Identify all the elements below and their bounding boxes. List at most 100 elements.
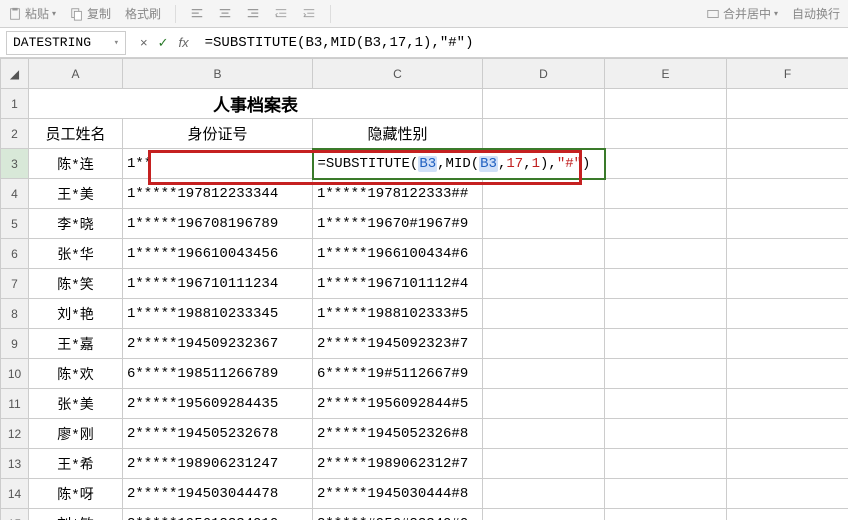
cell[interactable] bbox=[605, 389, 727, 419]
indent-decrease-button[interactable] bbox=[274, 7, 288, 21]
cell[interactable] bbox=[483, 209, 605, 239]
cell[interactable] bbox=[605, 209, 727, 239]
formula-input[interactable]: =SUBSTITUTE(B3,MID(B3,17,1),"#") bbox=[197, 35, 848, 51]
cell[interactable]: 陈*笑 bbox=[29, 269, 123, 299]
select-all-corner[interactable]: ◢ bbox=[1, 59, 29, 89]
cell[interactable] bbox=[605, 179, 727, 209]
cell[interactable] bbox=[727, 389, 848, 419]
cell[interactable] bbox=[727, 299, 848, 329]
cell[interactable]: 李*晓 bbox=[29, 209, 123, 239]
cell[interactable] bbox=[727, 509, 848, 520]
cell[interactable] bbox=[605, 449, 727, 479]
cell[interactable] bbox=[727, 419, 848, 449]
cell[interactable] bbox=[483, 239, 605, 269]
row-header[interactable]: 12 bbox=[1, 419, 29, 449]
cell[interactable]: 1*****198810233345 bbox=[123, 299, 313, 329]
cell[interactable] bbox=[483, 119, 605, 149]
cell[interactable]: 2*****194505232678 bbox=[123, 419, 313, 449]
column-header[interactable]: F bbox=[727, 59, 848, 89]
cell[interactable]: 2*****1945052326#8 bbox=[313, 419, 483, 449]
cell[interactable] bbox=[605, 479, 727, 509]
copy-button[interactable]: 复制 bbox=[70, 5, 111, 22]
row-header[interactable]: 11 bbox=[1, 389, 29, 419]
cell[interactable]: 2*****1945030444#8 bbox=[313, 479, 483, 509]
spreadsheet-grid[interactable]: ◢ A B C D E F 1 人事档案表 2 员工姓名 身份证号 隐藏性别 3… bbox=[0, 58, 848, 520]
confirm-formula-button[interactable]: ✓ bbox=[158, 35, 169, 51]
cell[interactable]: 6*****19#5112667#9 bbox=[313, 359, 483, 389]
cell[interactable]: 1*****1966100434#6 bbox=[313, 239, 483, 269]
align-left-button[interactable] bbox=[190, 7, 204, 21]
paste-button[interactable]: 粘贴 ▾ bbox=[8, 5, 56, 22]
name-box[interactable]: DATESTRING ▾ bbox=[6, 31, 126, 55]
cell[interactable]: 2*****1945092323#7 bbox=[313, 329, 483, 359]
cell[interactable] bbox=[605, 509, 727, 520]
row-header[interactable]: 15 bbox=[1, 509, 29, 520]
cell[interactable] bbox=[727, 89, 848, 119]
cell[interactable]: 1*****196708196789 bbox=[123, 209, 313, 239]
cell[interactable]: 刘*敏 bbox=[29, 509, 123, 520]
cell[interactable]: 陈*连 bbox=[29, 149, 123, 179]
fx-button[interactable]: fx bbox=[179, 35, 189, 50]
cell[interactable] bbox=[483, 179, 605, 209]
editing-cell[interactable]: =SUBSTITUTE(B3,MID(B3,17,1),"#") bbox=[313, 149, 605, 179]
cell[interactable]: 1*****196710111234 bbox=[123, 269, 313, 299]
chevron-down-icon[interactable]: ▾ bbox=[114, 38, 119, 48]
cell[interactable]: 张*华 bbox=[29, 239, 123, 269]
cell[interactable] bbox=[605, 149, 727, 179]
cell[interactable] bbox=[727, 119, 848, 149]
cell[interactable] bbox=[483, 389, 605, 419]
cell[interactable] bbox=[483, 359, 605, 389]
column-header[interactable]: D bbox=[483, 59, 605, 89]
cell[interactable]: 2*****194503044478 bbox=[123, 479, 313, 509]
cell[interactable] bbox=[483, 449, 605, 479]
cell[interactable]: 1*****1988102333#5 bbox=[313, 299, 483, 329]
column-header[interactable]: E bbox=[605, 59, 727, 89]
cell[interactable]: 2*****195612234010 bbox=[123, 509, 313, 520]
align-right-button[interactable] bbox=[246, 7, 260, 21]
cell[interactable] bbox=[483, 509, 605, 520]
cell[interactable] bbox=[605, 329, 727, 359]
align-center-button[interactable] bbox=[218, 7, 232, 21]
column-header[interactable]: C bbox=[313, 59, 483, 89]
row-header[interactable]: 1 bbox=[1, 89, 29, 119]
wrap-text-button[interactable]: 自动换行 bbox=[792, 5, 840, 22]
cell[interactable] bbox=[483, 329, 605, 359]
cell[interactable] bbox=[483, 299, 605, 329]
row-header[interactable]: 10 bbox=[1, 359, 29, 389]
row-header[interactable]: 8 bbox=[1, 299, 29, 329]
cell[interactable] bbox=[727, 269, 848, 299]
row-header[interactable]: 4 bbox=[1, 179, 29, 209]
cancel-formula-button[interactable]: × bbox=[140, 35, 148, 50]
cell[interactable]: 1*****1978122333## bbox=[313, 179, 483, 209]
format-painter-button[interactable]: 格式刷 bbox=[125, 5, 161, 22]
cell[interactable] bbox=[727, 179, 848, 209]
cell[interactable] bbox=[605, 239, 727, 269]
column-header[interactable]: B bbox=[123, 59, 313, 89]
cell[interactable]: 2*****198906231247 bbox=[123, 449, 313, 479]
cell[interactable] bbox=[727, 149, 848, 179]
cell[interactable]: 1*****196610043456 bbox=[123, 239, 313, 269]
cell[interactable] bbox=[605, 269, 727, 299]
cell[interactable]: 1*****1967101112#4 bbox=[313, 269, 483, 299]
column-header[interactable]: A bbox=[29, 59, 123, 89]
cell[interactable]: 刘*艳 bbox=[29, 299, 123, 329]
row-header[interactable]: 6 bbox=[1, 239, 29, 269]
cell[interactable] bbox=[605, 419, 727, 449]
merge-center-button[interactable]: 合并居中 ▾ bbox=[706, 5, 778, 22]
cell[interactable]: 2*****#956#22340#0 bbox=[313, 509, 483, 520]
indent-increase-button[interactable] bbox=[302, 7, 316, 21]
row-header[interactable]: 3 bbox=[1, 149, 29, 179]
cell[interactable]: 2*****195609284435 bbox=[123, 389, 313, 419]
row-header[interactable]: 5 bbox=[1, 209, 29, 239]
cell[interactable]: 陈*欢 bbox=[29, 359, 123, 389]
cell[interactable] bbox=[605, 119, 727, 149]
cell[interactable]: 1*****19670#1967#9 bbox=[313, 209, 483, 239]
cell[interactable] bbox=[483, 479, 605, 509]
row-header[interactable]: 13 bbox=[1, 449, 29, 479]
cell[interactable] bbox=[483, 419, 605, 449]
cell[interactable]: 廖*刚 bbox=[29, 419, 123, 449]
row-header[interactable]: 9 bbox=[1, 329, 29, 359]
cell[interactable] bbox=[605, 359, 727, 389]
cell[interactable] bbox=[727, 329, 848, 359]
cell[interactable]: 1** bbox=[123, 149, 313, 179]
